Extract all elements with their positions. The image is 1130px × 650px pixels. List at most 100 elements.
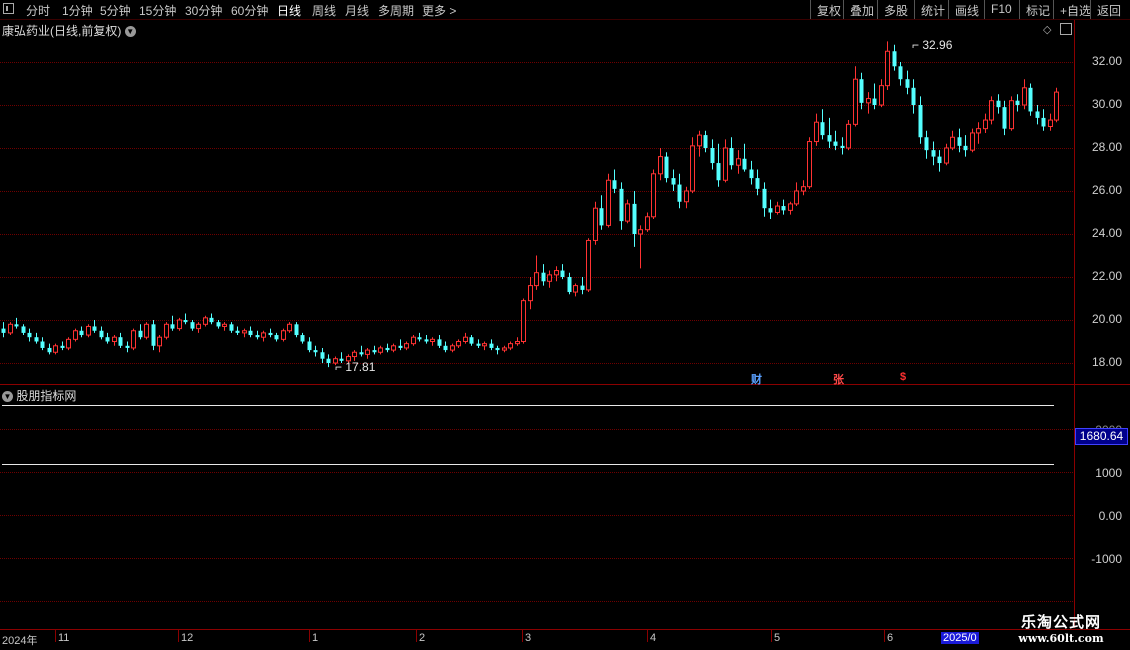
candle-down[interactable] [34, 337, 39, 342]
candle-down[interactable] [762, 188, 767, 209]
candle-up[interactable] [554, 270, 559, 276]
candle-up[interactable] [645, 216, 650, 231]
candle-up[interactable] [534, 272, 539, 287]
candle-up[interactable] [1022, 87, 1027, 106]
candle-down[interactable] [469, 337, 474, 344]
candle-down[interactable] [14, 324, 19, 327]
candle-down[interactable] [827, 135, 832, 142]
candle-down[interactable] [1041, 117, 1046, 127]
candle-down[interactable] [235, 330, 240, 333]
candle-down[interactable] [963, 145, 968, 151]
candle-up[interactable] [261, 332, 266, 338]
candle-down[interactable] [664, 156, 669, 179]
period-tab-5min[interactable]: 5分钟 [100, 2, 131, 19]
candle-down[interactable] [21, 326, 26, 333]
candle-up[interactable] [950, 136, 955, 149]
candle-up[interactable] [983, 119, 988, 130]
candle-up[interactable] [177, 319, 182, 330]
candle-down[interactable] [1015, 100, 1020, 105]
candle-down[interactable] [671, 178, 676, 185]
candle-up[interactable] [365, 349, 370, 355]
candle-up[interactable] [606, 179, 611, 226]
candle-down[interactable] [1, 328, 6, 333]
candle-up[interactable] [866, 98, 871, 104]
candle-down[interactable] [677, 184, 682, 202]
candle-up[interactable] [846, 123, 851, 149]
candle-down[interactable] [268, 332, 273, 336]
candle-down[interactable] [489, 343, 494, 348]
candle-up[interactable] [144, 323, 149, 338]
candle-up[interactable] [456, 341, 461, 347]
window-toggle-icon[interactable] [3, 3, 14, 14]
draw-line-button[interactable]: 画线 [948, 0, 985, 19]
candle-down[interactable] [1002, 107, 1007, 129]
candle-up[interactable] [508, 343, 513, 349]
candle-down[interactable] [47, 347, 52, 353]
candle-up[interactable] [989, 100, 994, 121]
candle-down[interactable] [105, 337, 110, 342]
candle-down[interactable] [313, 350, 318, 353]
candle-up[interactable] [222, 323, 227, 327]
period-tab-multi[interactable]: 多周期 [378, 2, 414, 19]
chevron-down-icon[interactable]: ▼ [2, 391, 13, 403]
candle-up[interactable] [794, 190, 799, 205]
candle-up[interactable] [521, 300, 526, 342]
candle-up[interactable] [411, 336, 416, 345]
candle-down[interactable] [495, 347, 500, 351]
candle-down[interactable] [307, 341, 312, 351]
candle-up[interactable] [658, 156, 663, 175]
candle-down[interactable] [937, 156, 942, 164]
candle-down[interactable] [1028, 87, 1033, 112]
candle-down[interactable] [118, 337, 123, 346]
candle-down[interactable] [710, 148, 715, 164]
candle-up[interactable] [807, 141, 812, 188]
period-tab-60min[interactable]: 60分钟 [231, 2, 268, 19]
back-button[interactable]: 返回 [1090, 0, 1127, 19]
candle-down[interactable] [326, 358, 331, 363]
candle-up[interactable] [879, 85, 884, 106]
candle-up[interactable] [196, 323, 201, 330]
candle-down[interactable] [755, 178, 760, 189]
candle-down[interactable] [248, 330, 253, 336]
candle-up[interactable] [638, 229, 643, 235]
candle-up[interactable] [885, 50, 890, 87]
candle-up[interactable] [131, 330, 136, 349]
candle-down[interactable] [209, 317, 214, 323]
candle-down[interactable] [632, 203, 637, 234]
candle-down[interactable] [729, 148, 734, 166]
candle-down[interactable] [300, 335, 305, 342]
candle-up[interactable] [1048, 119, 1053, 128]
period-tab-weekly[interactable]: 周线 [312, 2, 336, 19]
candle-down[interactable] [911, 87, 916, 105]
candle-down[interactable] [138, 330, 143, 338]
mark-button[interactable]: 标记 [1019, 0, 1056, 19]
candle-down[interactable] [424, 339, 429, 342]
candle-down[interactable] [716, 163, 721, 181]
candle-down[interactable] [996, 100, 1001, 108]
candle-down[interactable] [820, 122, 825, 136]
candle-down[interactable] [1035, 111, 1040, 118]
candle-up[interactable] [242, 330, 247, 334]
candle-up[interactable] [281, 330, 286, 340]
more-menu[interactable]: 更多 > [422, 2, 456, 19]
candle-up[interactable] [203, 317, 208, 325]
candle-down[interactable] [905, 79, 910, 88]
candlestick-chart[interactable] [0, 20, 1074, 384]
candle-up[interactable] [482, 343, 487, 347]
candle-down[interactable] [170, 324, 175, 329]
candle-up[interactable] [1054, 91, 1059, 121]
period-tab-daily[interactable]: 日线 [277, 2, 301, 19]
candle-down[interactable] [417, 337, 422, 340]
candle-up[interactable] [775, 205, 780, 214]
candle-down[interactable] [580, 285, 585, 290]
candle-up[interactable] [164, 323, 169, 338]
candle-down[interactable] [190, 322, 195, 329]
candle-down[interactable] [541, 272, 546, 282]
multi-stock-button[interactable]: 多股 [877, 0, 914, 19]
candle-up[interactable] [66, 338, 71, 349]
candle-down[interactable] [229, 324, 234, 331]
candle-up[interactable] [944, 147, 949, 164]
candle-up[interactable] [404, 343, 409, 349]
candle-up[interactable] [463, 336, 468, 343]
overlay-button[interactable]: 叠加 [843, 0, 880, 19]
